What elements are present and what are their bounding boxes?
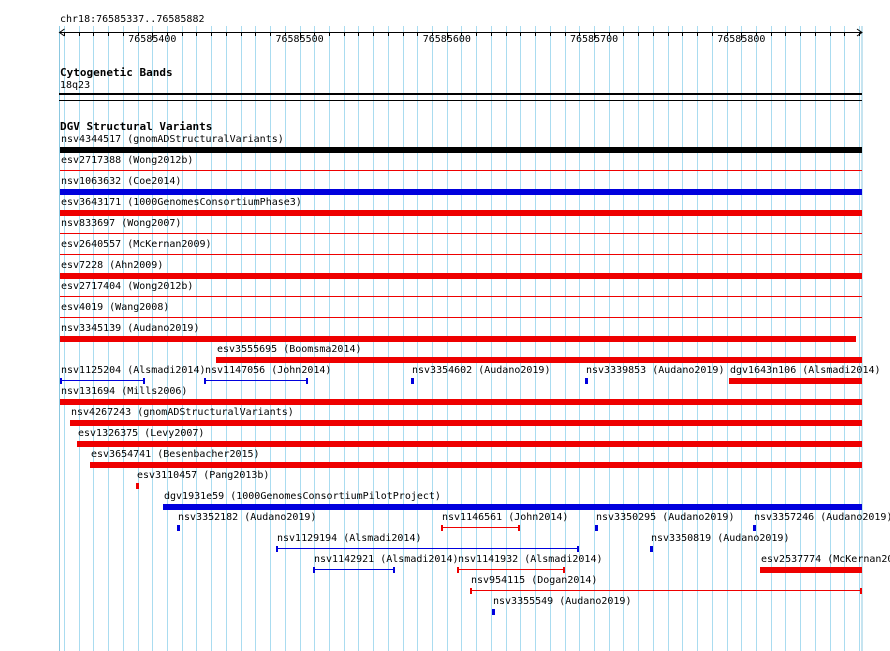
structural-variant-feature[interactable] [585,378,589,384]
feature-label: dgv1931e59 (1000GenomesConsortiumPilotPr… [164,491,441,502]
structural-variant-feature[interactable] [470,588,862,594]
ruler-position-label: chr18:76585337..76585882 [60,14,205,25]
structural-variant-feature[interactable] [90,462,862,468]
feature-label: esv1326375 (Levy2007) [78,428,205,439]
feature-label: esv4019 (Wang2008) [61,302,170,313]
feature-label: nsv1129194 (Alsmadi2014) [277,533,422,544]
feature-end-cap [457,567,460,573]
structural-variant-feature[interactable] [59,147,862,153]
cytoband-label: 18q23 [60,80,91,91]
structural-variant-feature[interactable] [59,210,862,216]
feature-end-cap [577,546,580,552]
feature-label: esv7228 (Ahn2009) [61,260,164,271]
feature-span-line [457,569,565,570]
track-divider [59,100,862,101]
feature-span-line [275,548,580,549]
ruler-tick-label: 76585700 [570,34,619,45]
feature-label: nsv954115 (Dogan2014) [471,575,598,586]
feature-end-cap [518,525,521,531]
feature-end-cap [470,588,473,594]
structural-variant-feature[interactable] [177,525,181,531]
structural-variant-feature[interactable] [136,483,140,489]
feature-label: nsv3352182 (Audano2019) [178,512,317,523]
feature-label: dgv1643n106 (Alsmadi2014) [730,365,881,376]
ruler-tick-label: 76585600 [422,34,471,45]
feature-span-line [440,527,521,528]
feature-label: nsv3350819 (Audano2019) [651,533,790,544]
structural-variant-feature[interactable] [77,441,862,447]
feature-label: esv3555695 (Boomsma2014) [217,344,362,355]
feature-label: nsv1142921 (Alsmadi2014) [314,554,459,565]
structural-variant-feature[interactable] [59,399,862,405]
structural-variant-feature[interactable] [492,609,496,615]
feature-span-line [203,380,309,381]
feature-label: nsv1146561 (John2014) [442,512,569,523]
feature-span-line [470,590,862,591]
structural-variant-feature[interactable] [729,378,862,384]
structural-variant-feature[interactable] [59,170,862,171]
feature-span-line [312,569,396,570]
feature-label: nsv1125204 (Alsmadi2014) [61,365,206,376]
feature-label: nsv1147056 (John2014) [205,365,332,376]
structural-variant-feature[interactable] [440,525,521,531]
feature-end-cap [203,378,206,384]
structural-variant-feature[interactable] [69,420,862,426]
structural-variant-feature[interactable] [59,317,862,318]
feature-label: nsv131694 (Mills2006) [61,386,188,397]
feature-label: esv2717388 (Wong2012b) [61,155,194,166]
feature-label: nsv1141932 (Alsmadi2014) [458,554,603,565]
feature-label: nsv3354602 (Audano2019) [412,365,551,376]
structural-variant-feature[interactable] [59,189,862,195]
cytoband-track-title: Cytogenetic Bands [60,66,173,79]
genome-browser-view: chr18:76585337..76585882 Cytogenetic Ban… [0,0,890,651]
feature-label: nsv833697 (Wong2007) [61,218,182,229]
feature-label: nsv3355549 (Audano2019) [493,596,632,607]
structural-variant-feature[interactable] [203,378,309,384]
feature-label: esv3110457 (Pang2013b) [137,470,270,481]
feature-label: nsv3350295 (Audano2019) [596,512,735,523]
feature-end-cap [312,567,315,573]
dgv-track-title: DGV Structural Variants [60,120,213,133]
cytoband-bar[interactable] [59,93,862,95]
feature-end-cap [142,378,145,384]
structural-variant-feature[interactable] [457,567,565,573]
structural-variant-feature[interactable] [59,273,862,279]
structural-variant-feature[interactable] [162,504,862,510]
ruler-tick-label: 76585500 [275,34,324,45]
feature-end-cap [859,588,862,594]
structural-variant-feature[interactable] [59,254,862,255]
feature-label: nsv1063632 (Coe2014) [61,176,182,187]
structural-variant-feature[interactable] [215,357,862,363]
feature-end-cap [59,378,62,384]
feature-label: esv2537774 (McKernan2009) [761,554,890,565]
structural-variant-feature[interactable] [753,525,757,531]
structural-variant-feature[interactable] [760,567,862,573]
feature-label: nsv3339853 (Audano2019) [586,365,725,376]
feature-end-cap [306,378,309,384]
structural-variant-feature[interactable] [59,378,145,384]
structural-variant-feature[interactable] [59,336,857,342]
feature-label: nsv4267243 (gnomADStructuralVariants) [71,407,294,418]
structural-variant-feature[interactable] [275,546,580,552]
structural-variant-feature[interactable] [595,525,599,531]
structural-variant-feature[interactable] [312,567,396,573]
structural-variant-feature[interactable] [59,233,862,234]
feature-end-cap [562,567,565,573]
ruler-tick-label: 76585800 [717,34,766,45]
feature-end-cap [440,525,443,531]
ruler-tick-label: 76585400 [128,34,177,45]
structural-variant-feature[interactable] [411,378,415,384]
feature-end-cap [275,546,278,552]
feature-end-cap [393,567,396,573]
structural-variant-feature[interactable] [59,296,862,297]
feature-label: esv2717404 (Wong2012b) [61,281,194,292]
feature-label: esv3654741 (Besenbacher2015) [91,449,260,460]
feature-label: esv2640557 (McKernan2009) [61,239,212,250]
feature-label: nsv3345139 (Audano2019) [61,323,200,334]
feature-label: nsv4344517 (gnomADStructuralVariants) [61,134,284,145]
feature-span-line [59,380,145,381]
feature-label: nsv3357246 (Audano2019) [754,512,890,523]
structural-variant-feature[interactable] [649,546,653,552]
feature-label: esv3643171 (1000GenomesConsortiumPhase3) [61,197,302,208]
